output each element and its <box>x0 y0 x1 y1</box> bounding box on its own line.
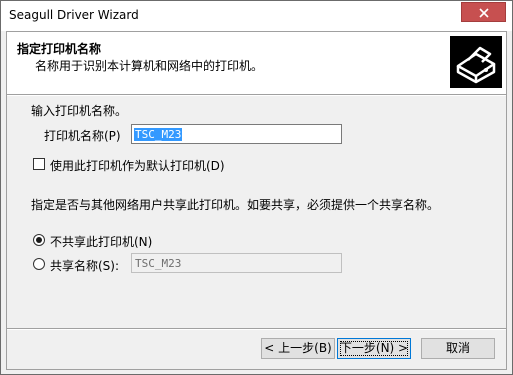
wizard-window: Seagull Driver Wizard 指定打印机名称 名称用于识别本计算机… <box>0 0 513 375</box>
default-printer-label[interactable]: 使用此打印机作为默认打印机(D) <box>50 157 225 174</box>
wizard-client-area: 指定打印机名称 名称用于识别本计算机和网络中的打印机。 输入打印机名称。 打印机… <box>6 31 507 370</box>
printer-logo-icon <box>450 36 502 88</box>
share-prompt: 指定是否与其他网络用户共享此打印机。如要共享，必须提供一个共享名称。 <box>31 198 440 212</box>
printer-name-label: 打印机名称(P) <box>44 129 121 143</box>
radio-selected-dot <box>36 237 42 243</box>
wizard-header: 指定打印机名称 名称用于识别本计算机和网络中的打印机。 <box>7 32 506 94</box>
cancel-button-label: 取消 <box>445 341 470 355</box>
name-prompt: 输入打印机名称。 <box>31 104 128 118</box>
share-name-label[interactable]: 共享名称(S): <box>50 257 119 274</box>
close-icon <box>479 8 489 18</box>
header-separator <box>7 94 506 96</box>
printer-name-value: TSC_M23 <box>134 128 183 141</box>
no-share-radio[interactable] <box>33 234 45 246</box>
title-bar: Seagull Driver Wizard <box>1 1 512 31</box>
share-radio[interactable] <box>33 258 45 270</box>
no-share-label[interactable]: 不共享此打印机(N) <box>50 233 152 250</box>
page-title: 指定打印机名称 <box>17 42 102 56</box>
window-title: Seagull Driver Wizard <box>9 8 139 22</box>
share-name-value: TSC_M23 <box>135 257 182 270</box>
next-button[interactable]: 下一步(N) > <box>337 338 411 359</box>
back-button[interactable]: < 上一步(B) <box>261 338 335 359</box>
back-button-label: < 上一步(B) <box>264 341 332 355</box>
cancel-button[interactable]: 取消 <box>421 338 495 359</box>
share-name-input[interactable]: TSC_M23 <box>131 253 342 273</box>
printer-name-input[interactable]: TSC_M23 <box>131 124 342 144</box>
close-button[interactable] <box>461 2 506 22</box>
footer-separator <box>7 328 506 330</box>
page-subtitle: 名称用于识别本计算机和网络中的打印机。 <box>35 59 264 73</box>
next-button-label: 下一步(N) > <box>339 341 409 355</box>
default-printer-checkbox[interactable] <box>33 158 45 170</box>
